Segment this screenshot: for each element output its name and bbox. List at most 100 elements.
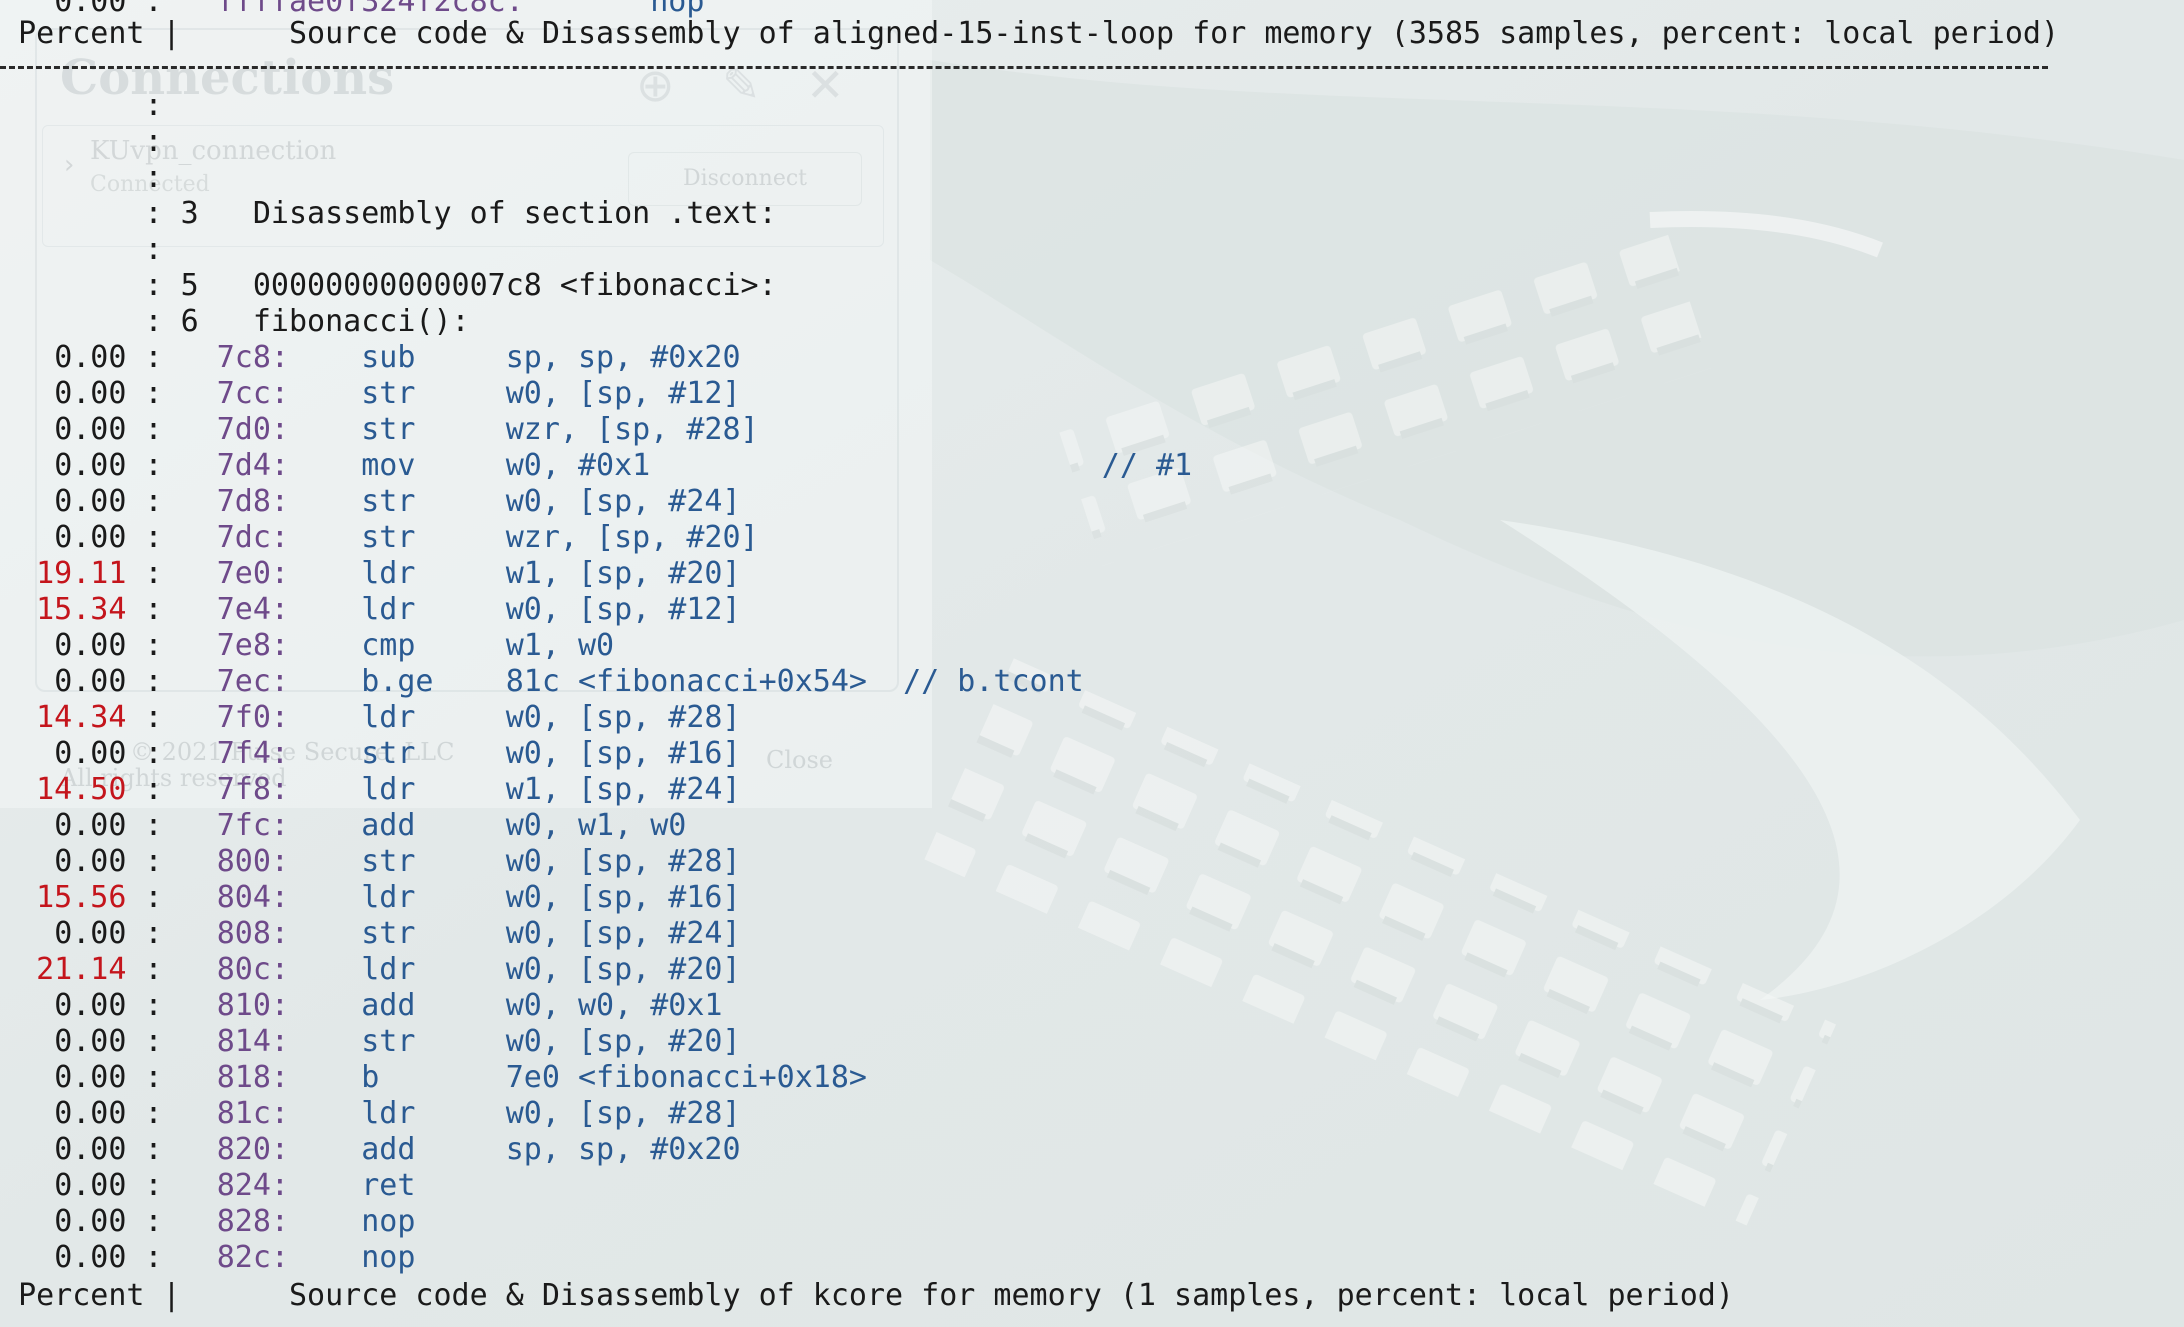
- address-cell: 80c:: [216, 952, 289, 987]
- asm-line: 0.00 : 824: ret: [0, 1168, 506, 1204]
- asm-line: 0.00 : 808: str w0, [sp, #24]: [0, 916, 741, 952]
- separator: :: [126, 484, 217, 519]
- separator: :: [126, 988, 217, 1023]
- opcode-cell: str: [361, 916, 416, 951]
- address-cell: 7d4:: [216, 448, 289, 483]
- separator: :: [126, 376, 217, 411]
- percent-cell: 0.00: [54, 1060, 127, 1095]
- asm-line: 0.00 : 7dc: str wzr, [sp, #20]: [0, 520, 758, 556]
- terminal-output: 0.00 : ffffae0f324f2c8c: nop Percent | S…: [0, 0, 2184, 1327]
- percent-cell: 0.00: [54, 844, 127, 879]
- asm-line: 0.00 : 828: nop: [0, 1204, 506, 1240]
- gutter: :: [0, 268, 181, 303]
- opcode-cell: str: [361, 1024, 416, 1059]
- asm-line: 0.00 : 818: b 7e0 <fibonacci+0x18>: [0, 1060, 867, 1096]
- opcode-cell: ldr: [361, 700, 416, 735]
- separator: :: [126, 1024, 217, 1059]
- gutter: :: [0, 88, 181, 123]
- address-cell: 7e0:: [216, 556, 289, 591]
- percent-cell: 0.00: [54, 628, 127, 663]
- hot-percent-cell: 14.50: [36, 772, 127, 807]
- asm-line: 0.00 : 814: str w0, [sp, #20]: [0, 1024, 741, 1060]
- separator: :: [126, 556, 217, 591]
- percent-cell: 0.00: [54, 1204, 127, 1239]
- percent-cell: 0.00: [54, 520, 127, 555]
- operands-cell: w0, [sp, #24]: [505, 916, 741, 951]
- opcode-cell: ldr: [361, 952, 416, 987]
- pad: [0, 988, 54, 1023]
- percent-cell: 0.00: [54, 1024, 127, 1059]
- address-cell: 824:: [216, 1168, 289, 1203]
- separator: :: [126, 736, 217, 771]
- pad: [0, 628, 54, 663]
- operands-cell: sp, sp, #0x20: [505, 1132, 741, 1167]
- source-line: : 3 Disassembly of section .text:: [0, 196, 776, 232]
- source-line: :: [0, 88, 181, 124]
- operands-cell: w0, [sp, #20]: [505, 1024, 741, 1059]
- separator: :: [126, 1204, 217, 1239]
- gutter: :: [0, 232, 181, 267]
- percent-cell: 0.00: [54, 988, 127, 1023]
- pad: [0, 1060, 54, 1095]
- opcode-cell: add: [361, 988, 416, 1023]
- pad: [0, 1204, 54, 1239]
- annotate-title: Source code & Disassembly of aligned-15-…: [289, 16, 2060, 51]
- separator: :: [126, 1096, 217, 1131]
- address-cell: 7f0:: [216, 700, 289, 735]
- operands-cell: 7e0 <fibonacci+0x18>: [505, 1060, 867, 1095]
- percent-cell: 0.00: [54, 916, 127, 951]
- operands-cell: w0, [sp, #24]: [505, 484, 741, 519]
- address-cell: 808:: [216, 916, 289, 951]
- pad: [0, 592, 36, 627]
- operands-cell: sp, sp, #0x20: [505, 340, 741, 375]
- opcode-cell: ldr: [361, 880, 416, 915]
- source-line-number: 5: [180, 268, 199, 303]
- address-cell: 828:: [216, 1204, 289, 1239]
- percent-cell: 0.00: [54, 412, 127, 447]
- address-cell: 7e8:: [216, 628, 289, 663]
- hot-percent-cell: 19.11: [36, 556, 127, 591]
- asm-line: 0.00 : 800: str w0, [sp, #28]: [0, 844, 740, 880]
- pad: [0, 880, 36, 915]
- percent-cell: 0.00: [54, 340, 127, 375]
- pad: [0, 808, 54, 843]
- percent-cell: 0.00: [54, 448, 127, 483]
- opcode-cell: mov: [361, 448, 416, 483]
- asm-line: 14.34 : 7f0: ldr w0, [sp, #28]: [0, 700, 741, 736]
- opcode-cell: str: [361, 376, 416, 411]
- separator: :: [126, 772, 217, 807]
- header-separator: [0, 66, 2048, 69]
- opcode-cell: str: [361, 736, 416, 771]
- percent-cell: 0.00: [54, 1168, 127, 1203]
- operands-cell: w0, #0x1: [505, 448, 651, 483]
- opcode-cell: ldr: [361, 1096, 416, 1131]
- source-line: :: [0, 232, 181, 268]
- asm-line: 0.00 : 7d0: str wzr, [sp, #28]: [0, 412, 758, 448]
- comment-cell: // #1: [1101, 448, 1193, 483]
- hot-percent-cell: 21.14: [36, 952, 127, 987]
- pad: [0, 556, 36, 591]
- gutter: :: [0, 196, 181, 231]
- operands-cell: w0, [sp, #28]: [505, 700, 741, 735]
- pad: [0, 700, 36, 735]
